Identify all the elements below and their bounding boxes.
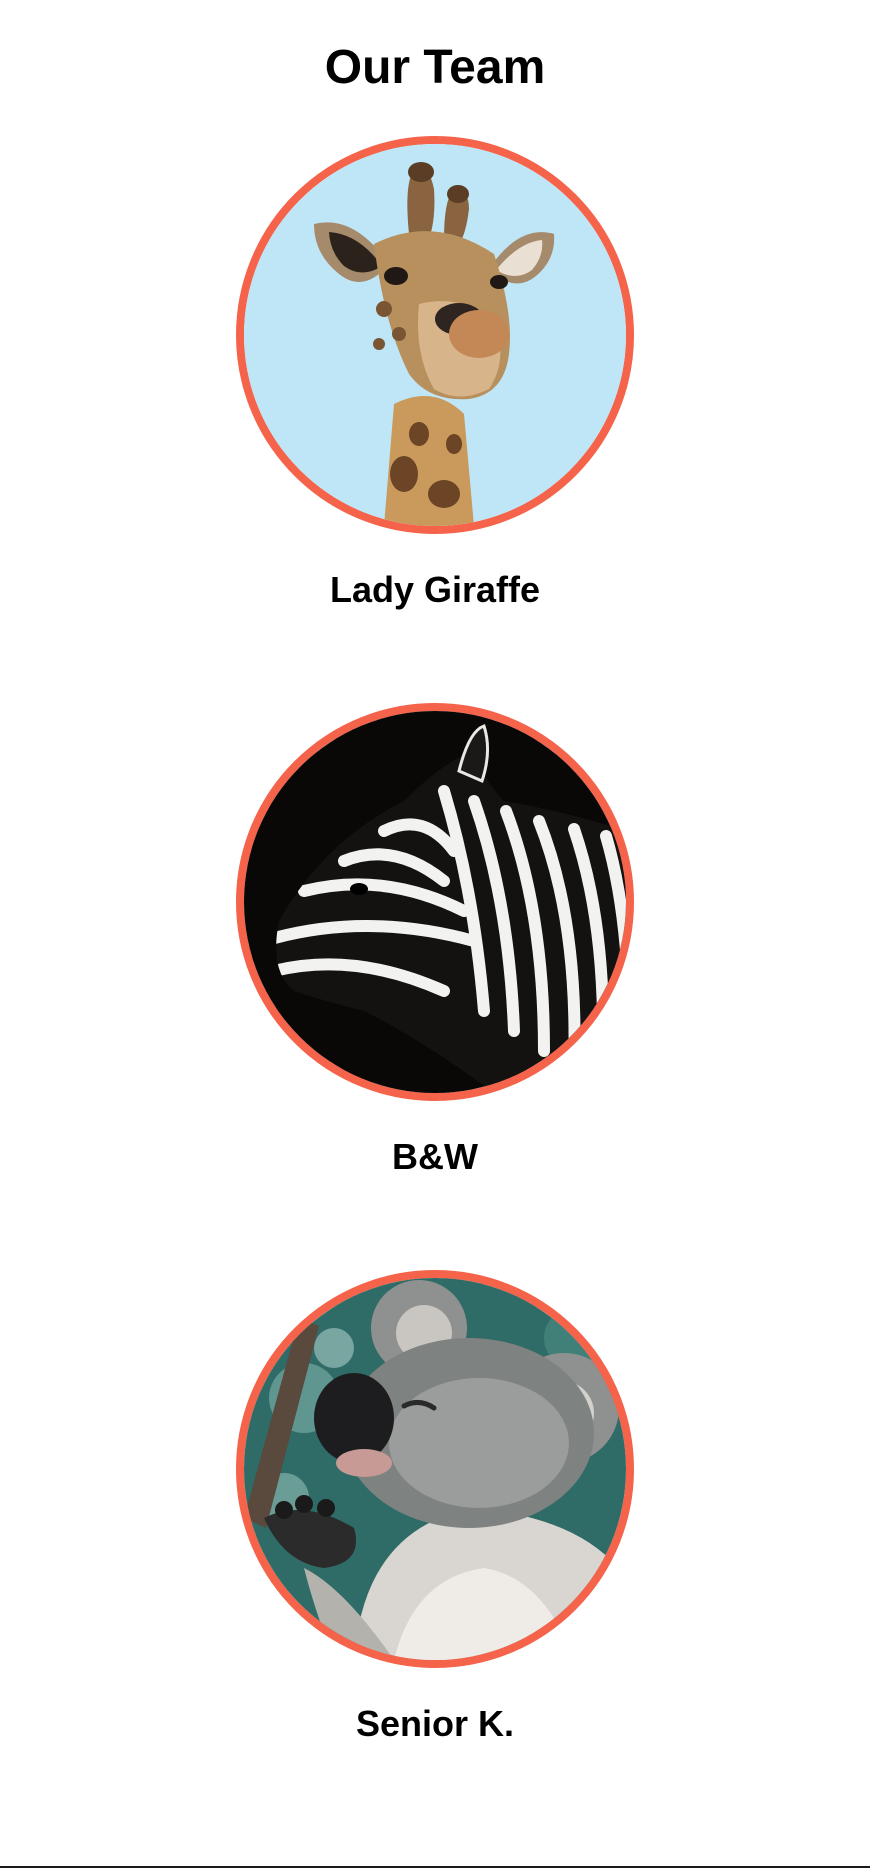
zebra-photo — [244, 711, 626, 1093]
page-title: Our Team — [324, 41, 546, 94]
avatar — [236, 136, 634, 534]
member-name: B&W — [392, 1136, 478, 1177]
koala-photo — [244, 1278, 626, 1660]
member-name: Lady Giraffe — [329, 569, 541, 610]
avatar — [236, 1270, 634, 1668]
avatar — [236, 703, 634, 1101]
member-name: Senior K. — [355, 1703, 515, 1744]
giraffe-photo — [244, 144, 626, 526]
